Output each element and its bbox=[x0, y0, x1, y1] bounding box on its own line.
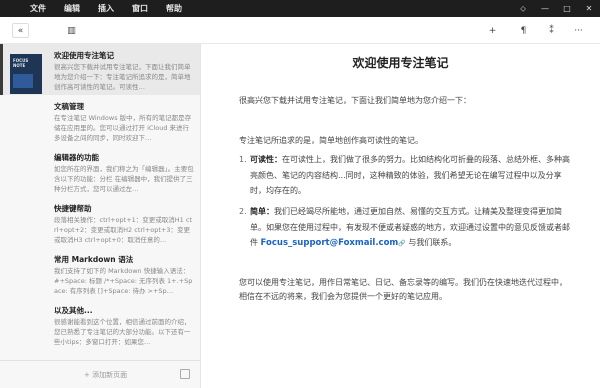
more-icon[interactable]: ··· bbox=[570, 23, 587, 38]
note-thumbnail: FOCUS NOTE bbox=[10, 54, 42, 94]
close-icon[interactable]: ✕ bbox=[578, 0, 600, 17]
note-item-markdown[interactable]: 常用 Markdown 语法 我们支持了如下的 Markdown 快捷输入语法：… bbox=[0, 248, 200, 299]
menu-window[interactable]: 窗口 bbox=[123, 0, 157, 17]
thumbnail-text: FOCUS NOTE bbox=[13, 58, 29, 68]
paragraph-intro[interactable]: 很高兴您下载并试用专注笔记，下面让我们简单地为您介绍一下： bbox=[239, 94, 569, 108]
note-excerpt: 很高兴您下载并试用专注笔记，下面让我们简单地为您介绍一下：专注笔记所追求的是，简… bbox=[54, 63, 191, 91]
grid-view-icon[interactable] bbox=[180, 369, 190, 379]
add-page-button[interactable]: + 添加新页面 bbox=[84, 370, 127, 380]
list-item-text: 在可读性上，我们做了很多的努力。比如结构化可折叠的段落、总结外框、多种高亮颜色、… bbox=[250, 155, 570, 195]
list-item-text-after: 与我们联系。 bbox=[405, 238, 457, 247]
note-title: 编辑器的功能 bbox=[54, 153, 99, 162]
selection-indicator bbox=[0, 44, 3, 95]
menu-insert[interactable]: 插入 bbox=[89, 0, 123, 17]
pin-icon[interactable]: ⬦ bbox=[512, 0, 534, 17]
note-item-others[interactable]: 以及其他... 很感谢能看到这个位置，相信通过前面的介绍，您已熟悉了专注笔记的大… bbox=[0, 299, 200, 350]
note-item-editor-features[interactable]: 编辑器的功能 如您所在的界面，我们称之为「编辑器」。主要包含以下的功能：分栏 在… bbox=[0, 146, 200, 197]
note-title: 以及其他... bbox=[54, 306, 93, 315]
list-number: 1. bbox=[239, 155, 247, 164]
paragraph-icon[interactable]: ¶ bbox=[515, 23, 532, 38]
support-email-link[interactable]: Focus_support@Foxmail.com bbox=[261, 238, 399, 248]
paragraph-pursuit[interactable]: 专注笔记所追求的是，简单地创作高可读性的笔记。 bbox=[239, 134, 569, 148]
note-title: 常用 Markdown 语法 bbox=[54, 255, 134, 264]
editor[interactable]: 欢迎使用专注笔记 很高兴您下载并试用专注笔记，下面让我们简单地为您介绍一下： 专… bbox=[201, 44, 600, 388]
note-excerpt: 我们支持了如下的 Markdown 快捷输入语法：#+Space: 标题 /*+… bbox=[54, 267, 193, 295]
note-title: 文稿管理 bbox=[54, 102, 84, 111]
thumbnail-graphic bbox=[13, 74, 33, 88]
note-excerpt: 很感谢能看到这个位置，相信通过前面的介绍，您已熟悉了专注笔记的大部分功能。以下还… bbox=[54, 318, 191, 346]
menu-help[interactable]: 帮助 bbox=[157, 0, 191, 17]
window-controls: ⬦ — □ ✕ bbox=[512, 0, 600, 17]
note-list-sidebar: FOCUS NOTE 欢迎使用专注笔记 很高兴您下载并试用专注笔记，下面让我们简… bbox=[0, 44, 201, 388]
note-item-doc-management[interactable]: 文稿管理 在专注笔记 Windows 版中，所有的笔记都是存储在应用里的。您可以… bbox=[0, 95, 200, 146]
sidebar-footer: + 添加新页面 bbox=[0, 360, 200, 388]
menu-file[interactable]: 文件 bbox=[0, 0, 55, 17]
note-excerpt: 如您所在的界面，我们称之为「编辑器」。主要包含以下的功能：分栏 在编辑器中，我们… bbox=[54, 165, 194, 193]
sidebar-toggle-icon[interactable]: ▥ bbox=[63, 23, 80, 38]
paragraph-closing[interactable]: 您可以使用专注笔记，用作日常笔记、日记、备忘录等的编写。我们仍在快速地迭代过程中… bbox=[239, 276, 569, 304]
toolbar: « ▥ + ¶ ⁑ ··· bbox=[0, 17, 600, 44]
external-link-icon: 🔗 bbox=[398, 240, 406, 247]
list-item-label: 可读性： bbox=[250, 155, 282, 164]
minimize-icon[interactable]: — bbox=[534, 0, 556, 17]
list-item-label: 简单： bbox=[250, 207, 274, 216]
note-title: 快捷键帮助 bbox=[54, 204, 92, 213]
maximize-icon[interactable]: □ bbox=[556, 0, 578, 17]
menubar: 文件 编辑 插入 窗口 帮助 ⬦ — □ ✕ bbox=[0, 0, 600, 17]
note-title: 欢迎使用专注笔记 bbox=[54, 51, 114, 60]
list-number: 2. bbox=[239, 207, 247, 216]
note-item-welcome[interactable]: FOCUS NOTE 欢迎使用专注笔记 很高兴您下载并试用专注笔记，下面让我们简… bbox=[0, 44, 200, 95]
note-item-shortcuts[interactable]: 快捷键帮助 段落相关操作：ctrl+opt+1：变更或取消H1 ctrl+opt… bbox=[0, 197, 200, 248]
add-icon[interactable]: + bbox=[484, 23, 501, 38]
note-excerpt: 在专注笔记 Windows 版中，所有的笔记都是存储在应用里的。您可以通过打开 … bbox=[54, 114, 192, 142]
menu-edit[interactable]: 编辑 bbox=[55, 0, 89, 17]
document-title[interactable]: 欢迎使用专注笔记 bbox=[201, 54, 600, 71]
note-excerpt: 段落相关操作：ctrl+opt+1：变更或取消H1 ctrl+opt+2：变更或… bbox=[54, 216, 192, 244]
magic-wand-icon[interactable]: ⁑ bbox=[543, 23, 560, 38]
collapse-sidebar-button[interactable]: « bbox=[12, 23, 29, 38]
